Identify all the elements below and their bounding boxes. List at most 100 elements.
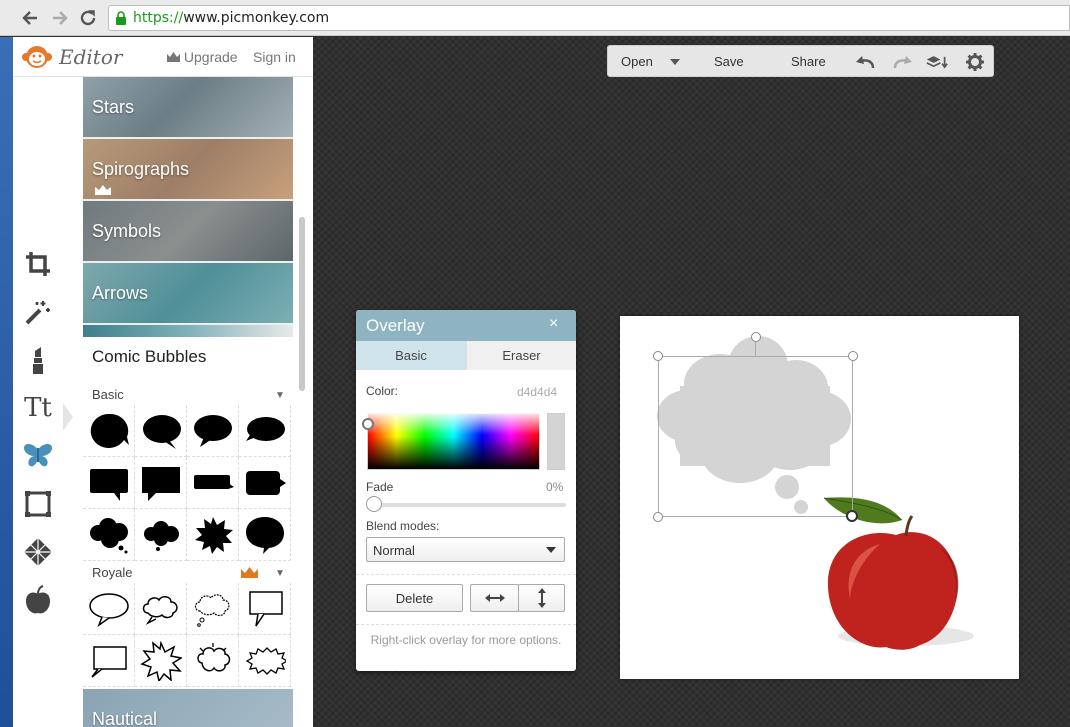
color-picker-knob[interactable] (362, 418, 374, 430)
bubble-large[interactable] (239, 509, 291, 561)
color-hex-value[interactable]: d4d4d4 (517, 385, 557, 399)
bubble-cloud-small[interactable] (135, 509, 187, 561)
signin-link[interactable]: Sign in (253, 49, 296, 65)
bubble-outline-spiky[interactable] (239, 635, 291, 687)
save-button[interactable]: Save (714, 54, 744, 69)
bubble-rect-thin[interactable] (187, 457, 239, 509)
bubble-burst[interactable] (187, 509, 239, 561)
category-symbols[interactable]: Symbols (83, 201, 293, 261)
gear-icon[interactable] (964, 52, 986, 72)
bubble-rect[interactable] (83, 457, 135, 509)
frame-icon[interactable] (21, 487, 55, 521)
share-button[interactable]: Share (791, 54, 826, 69)
bubble-outline-square[interactable] (83, 635, 135, 687)
delete-button[interactable]: Delete (366, 584, 463, 612)
butterfly-icon[interactable] (21, 439, 55, 473)
color-label: Color: (366, 384, 399, 398)
top-toolbar: Open Save Share (607, 45, 994, 77)
tab-basic[interactable]: Basic (356, 341, 466, 370)
bubble-outline-burst[interactable] (135, 635, 187, 687)
apple-icon[interactable] (21, 583, 55, 617)
redo-icon[interactable] (892, 52, 914, 72)
upgrade-link[interactable]: Upgrade (167, 49, 238, 65)
blend-modes-label: Blend modes: (366, 519, 440, 533)
texture-icon[interactable] (21, 535, 55, 569)
lipstick-icon[interactable] (21, 343, 55, 377)
bubble-cloud[interactable] (83, 509, 135, 561)
bubble-outline-puff[interactable] (187, 635, 239, 687)
fade-slider-track[interactable] (373, 503, 566, 507)
bubble-outline-rect[interactable] (239, 583, 291, 635)
caret-down-icon[interactable]: ▼ (275, 390, 285, 401)
desktop-edge (0, 37, 13, 727)
bubble-rect-tall[interactable] (135, 457, 187, 509)
undo-icon[interactable] (854, 52, 876, 72)
flip-horizontal-icon (484, 594, 505, 602)
fade-value: 0% (546, 480, 564, 494)
rotate-handle[interactable] (751, 332, 761, 342)
editor-header: Editor Upgrade Sign in (13, 37, 313, 77)
flip-vertical-icon (537, 588, 546, 608)
scroll-thumb[interactable] (299, 217, 305, 391)
bubble-oval[interactable] (135, 405, 187, 457)
resize-handle-top-left[interactable] (653, 351, 663, 361)
bubble-oval-small[interactable] (239, 405, 291, 457)
active-tool-pointer (63, 403, 73, 431)
overlay-library: Stars Spirographs Symbols Arrows Comic B… (83, 77, 293, 727)
fade-slider-knob[interactable] (366, 496, 382, 512)
text-icon[interactable]: Tt (21, 391, 55, 425)
bubble-outline-cloud[interactable] (135, 583, 187, 635)
bubble-rect-round[interactable] (239, 457, 291, 509)
monkey-logo-icon (22, 46, 52, 68)
overlay-selection-box[interactable] (658, 356, 853, 517)
address-bar[interactable]: https://www.picmonkey.com (108, 5, 1070, 31)
category-spirographs[interactable]: Spirographs (83, 139, 293, 199)
bubble-oval-left[interactable] (187, 405, 239, 457)
resize-handle-bottom-left[interactable] (653, 512, 663, 522)
magic-wand-icon[interactable] (21, 295, 55, 329)
section-title: Comic Bubbles (92, 347, 207, 366)
crown-icon (95, 185, 111, 195)
editor-title: Editor (59, 45, 123, 69)
crop-icon[interactable] (21, 247, 55, 281)
overlay-panel: Overlay × Basic Eraser Color: d4d4d4 Fad… (356, 310, 576, 671)
overlay-header: Overlay × (356, 310, 576, 341)
crown-icon (167, 52, 180, 62)
blend-mode-select[interactable]: Normal (366, 537, 565, 562)
category-stars[interactable]: Stars (83, 77, 293, 137)
bubble-outline-think[interactable] (187, 583, 239, 635)
library-scrollbar[interactable] (297, 77, 307, 727)
layers-icon[interactable] (926, 52, 948, 72)
fade-label: Fade (366, 480, 394, 494)
resize-handle-bottom-right[interactable] (846, 510, 858, 522)
caret-down-icon[interactable]: ▼ (275, 568, 285, 579)
group-label-royale: Royale (92, 565, 133, 580)
open-dropdown-icon[interactable] (664, 52, 686, 72)
flip-horizontal-button[interactable] (470, 584, 519, 612)
grayscale-slider[interactable] (547, 413, 565, 470)
open-button[interactable]: Open (621, 54, 653, 69)
reload-icon[interactable] (76, 6, 100, 30)
tab-eraser[interactable]: Eraser (466, 341, 576, 370)
bubble-outline-oval[interactable] (83, 583, 135, 635)
close-icon[interactable]: × (549, 315, 558, 333)
group-label-basic: Basic (92, 387, 124, 402)
overlay-hint: Right-click overlay for more options. (370, 633, 562, 647)
back-icon[interactable] (18, 6, 42, 30)
spectrum-highlight (367, 413, 540, 435)
crown-icon (241, 567, 258, 578)
url-text: https://www.picmonkey.com (133, 10, 330, 26)
forward-icon[interactable] (48, 6, 72, 30)
rotate-handle-stem (755, 342, 756, 356)
blend-mode-value: Normal (373, 543, 415, 558)
tools-sidebar: Tt (13, 77, 63, 727)
flip-vertical-button[interactable] (518, 584, 565, 612)
category-nautical[interactable]: Nautical (83, 689, 293, 727)
category-arrows[interactable]: Arrows (83, 263, 293, 323)
lock-icon (116, 11, 126, 25)
editor-panel: Editor Upgrade Sign in Tt Stars Spirogra… (13, 37, 313, 727)
apple-photo (823, 497, 974, 650)
divider (356, 624, 576, 625)
resize-handle-top-right[interactable] (848, 351, 858, 361)
bubble-round[interactable] (83, 405, 135, 457)
